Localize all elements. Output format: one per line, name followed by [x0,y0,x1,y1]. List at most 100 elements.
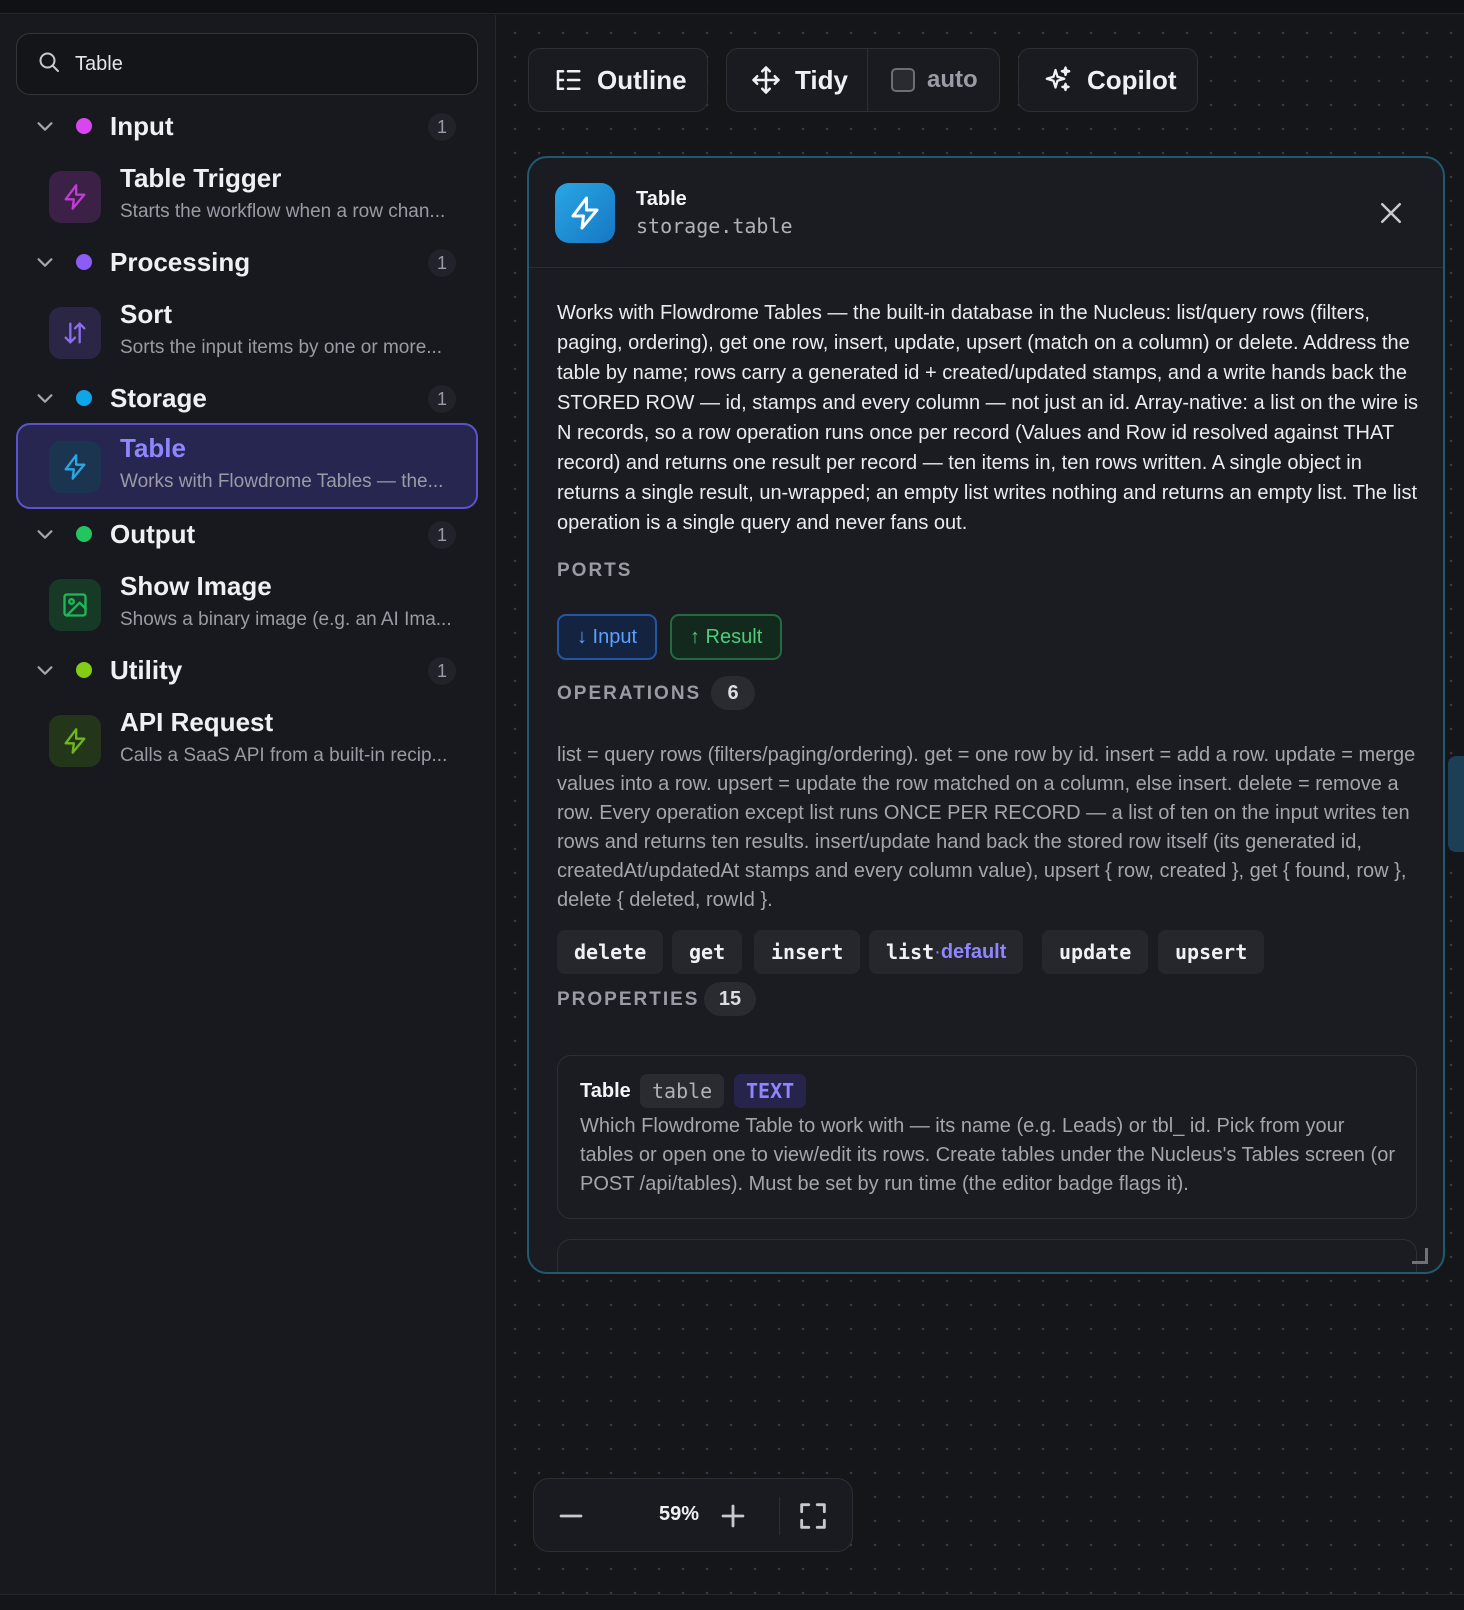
zoom-divider [779,1497,780,1535]
search-icon [37,50,61,79]
search-input[interactable] [75,52,455,76]
outline-button[interactable]: Outline [528,48,708,112]
ports-heading: PORTS [557,560,633,581]
lightning-icon [49,441,101,493]
auto-toggle[interactable]: auto [891,49,978,111]
close-icon [1381,203,1401,223]
search-box[interactable] [16,33,478,95]
node-title: Sort [120,299,172,329]
property-card-table[interactable]: Table table TEXT Which Flowdrome Table t… [557,1055,1417,1219]
sort-arrows-icon [49,307,101,359]
node-item-sort[interactable]: Sort Sorts the input items by one or mor… [16,289,478,375]
property-card-next[interactable] [557,1239,1417,1272]
zoom-out-button[interactable] [554,1499,588,1533]
operation-tag-update: update [1042,930,1149,974]
zoom-level: 59% [658,1503,700,1525]
plus-icon [721,1504,745,1528]
toolbar-divider [867,49,868,111]
tidy-button[interactable]: Tidy [751,49,848,111]
properties-heading: PROPERTIES [557,989,700,1010]
group-name: Processing [110,247,251,277]
node-item-table-trigger[interactable]: Table Trigger Starts the workflow when a… [16,153,478,239]
window-top-strip [0,0,1464,14]
close-button[interactable] [1376,198,1406,228]
operations-heading: OPERATIONS [557,683,702,704]
auto-label: auto [927,66,978,93]
node-title: Table Trigger [120,163,282,193]
category-dot [76,390,92,406]
property-name: Table [580,1080,631,1102]
chevron-down-icon [37,122,53,131]
image-icon [49,579,101,631]
group-name: Utility [110,655,183,685]
tidy-label: Tidy [795,64,848,95]
default-separator: · [934,940,941,963]
operation-tag-list: list · default [869,930,1024,974]
node-title: Table [120,433,186,463]
chevron-down-icon [37,394,53,403]
fit-view-button[interactable] [796,1499,830,1533]
group-name: Storage [110,383,207,413]
group-header-processing[interactable]: Processing 1 [0,237,496,287]
node-description: Sorts the input items by one or more... [120,337,443,358]
panel-side-tab[interactable] [1448,756,1464,852]
node-item-table[interactable]: Table Works with Flowdrome Tables — the.… [16,423,478,509]
zoom-controls: 59% [533,1478,853,1552]
category-dot [76,526,92,542]
group-header-input[interactable]: Input 1 [0,101,496,151]
zoom-in-button[interactable] [716,1499,750,1533]
sparkles-icon [1043,65,1073,95]
panel-resize-handle[interactable] [1412,1248,1428,1264]
category-dot [76,254,92,270]
operations-count: 6 [711,676,755,710]
operation-tag-delete: delete [557,930,664,974]
node-palette-sidebar: Input 1 Table Trigger Starts the workflo… [0,15,496,1594]
minus-icon [559,1514,583,1518]
default-badge: default [940,940,1007,963]
group-count: 1 [428,521,456,549]
chevron-down-icon [37,530,53,539]
group-name: Input [110,111,174,141]
node-description: Works with Flowdrome Tables — the... [120,471,444,492]
move-arrows-icon [751,65,781,95]
operation-tag-insert: insert [754,930,861,974]
auto-checkbox[interactable] [891,68,915,92]
operations-description: list = query rows (filters/paging/orderi… [557,744,1416,911]
node-detail-panel: Table storage.table Works with Flowdrome… [527,156,1445,1274]
tidy-group: Tidy auto [726,48,1000,112]
group-header-output[interactable]: Output 1 [0,509,496,559]
panel-node-type: storage.table [636,214,793,238]
operation-tag-upsert: upsert [1158,930,1265,974]
group-name: Output [110,519,196,549]
outline-icon [553,65,583,95]
chevron-down-icon [37,666,53,675]
property-key: table [640,1074,725,1108]
category-dot [76,662,92,678]
group-header-storage[interactable]: Storage 1 [0,373,496,423]
node-description: Works with Flowdrome Tables — the built-… [557,302,1419,534]
chevron-down-icon [37,258,53,267]
node-description: Shows a binary image (e.g. an AI Ima... [120,609,452,630]
copilot-label: Copilot [1087,64,1177,95]
property-description: Which Flowdrome Table to work with — its… [580,1115,1395,1195]
category-dot [76,118,92,134]
operation-name: list [886,940,935,964]
node-item-show-image[interactable]: Show Image Shows a binary image (e.g. an… [16,561,478,647]
copilot-button[interactable]: Copilot [1018,48,1198,112]
group-header-utility[interactable]: Utility 1 [0,645,496,695]
output-port-chip: ↑ Result [670,614,783,660]
outline-label: Outline [597,64,687,95]
operation-tag-get: get [672,930,743,974]
node-description: Calls a SaaS API from a built-in recip..… [120,745,448,766]
group-count: 1 [428,657,456,685]
node-title: Show Image [120,571,272,601]
lightning-icon [49,715,101,767]
group-count: 1 [428,249,456,277]
property-type-badge: TEXT [734,1074,807,1108]
node-item-api-request[interactable]: API Request Calls a SaaS API from a buil… [16,697,478,783]
window-bottom-strip [0,1594,1464,1610]
lightning-icon [49,171,101,223]
properties-count: 15 [704,982,756,1016]
node-title: API Request [120,707,274,737]
lightning-icon [555,183,615,243]
